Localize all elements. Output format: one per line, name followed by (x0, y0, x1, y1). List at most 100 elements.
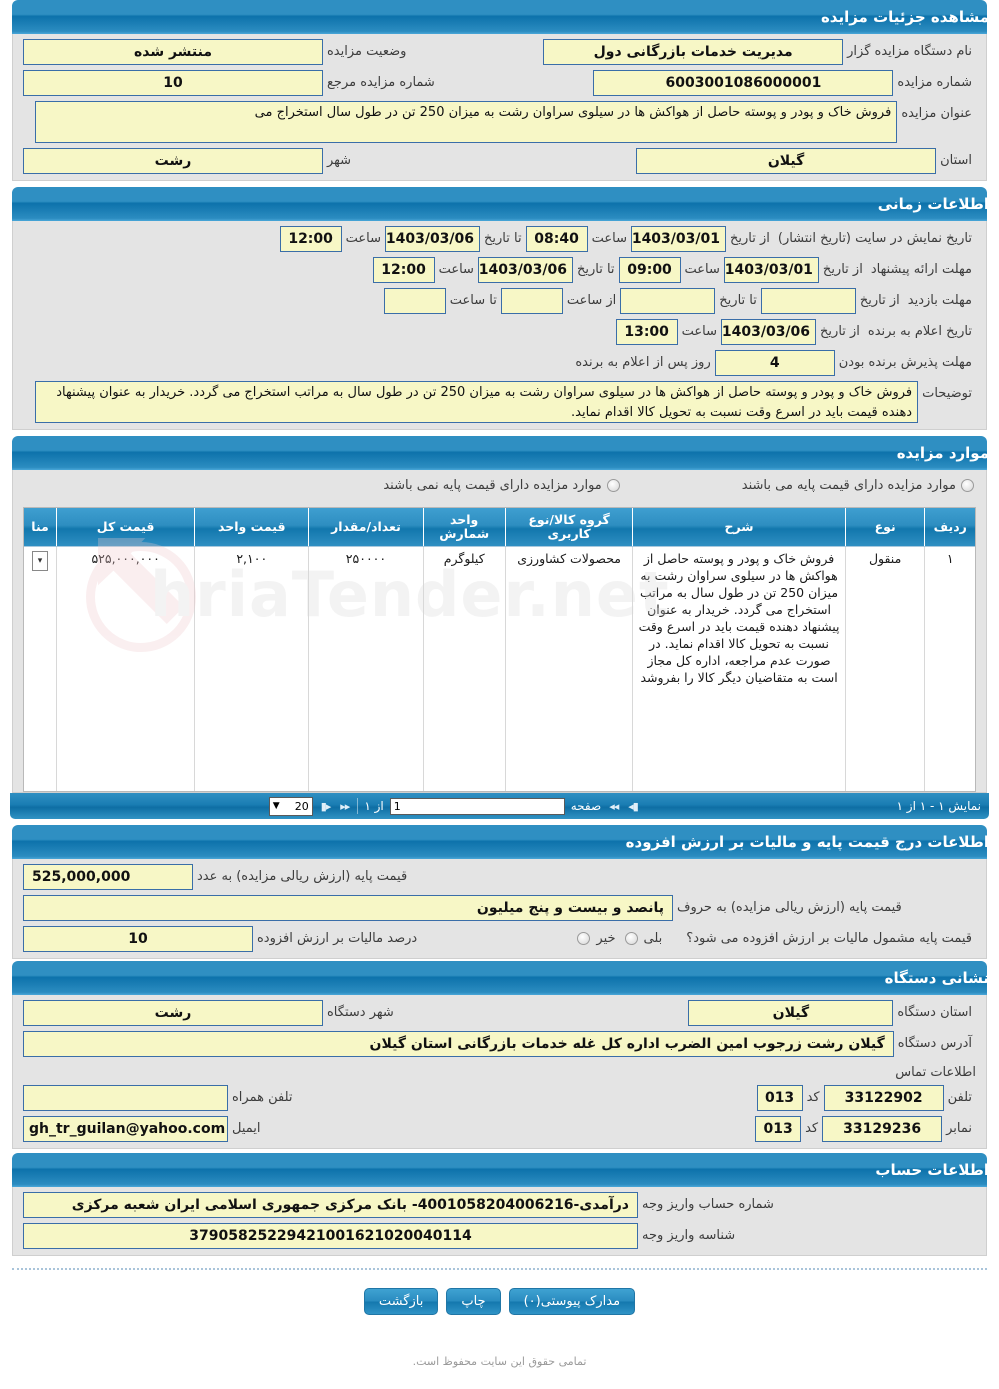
auction-number-field[interactable]: 6003001086000001 (593, 70, 894, 96)
winner-time-label: ساعت (681, 324, 718, 339)
row-organization: نام دستگاه مزایده گزار مدیریت خدمات بازر… (13, 34, 986, 65)
offer-to-field[interactable]: 1403/03/06 (477, 257, 573, 283)
next-page-icon[interactable]: ◂◂ (607, 800, 620, 813)
payment-id-field[interactable]: 37905825229421001621020040114 (23, 1223, 638, 1249)
first-page-icon[interactable]: ▸▮ (319, 800, 333, 813)
fax-code-label: کد (805, 1121, 819, 1136)
city-field[interactable]: رشت (23, 148, 323, 174)
radio-without-base-price[interactable] (606, 479, 620, 492)
visit-to-time-label: تا ساعت (449, 293, 497, 308)
prev-page-icon[interactable]: ▸▸ (338, 800, 351, 813)
offer-from-time-field[interactable]: 09:00 (618, 257, 681, 283)
cell-extra: ▾ (24, 546, 57, 791)
fax-code-field[interactable]: 013 (755, 1116, 802, 1142)
vat-no-label[interactable]: خیر (592, 926, 619, 952)
radio-with-base-price[interactable] (961, 479, 974, 492)
col-noe[interactable]: نوع (844, 508, 925, 547)
page-of-label: از ۱ (364, 799, 384, 813)
visit-to-label: تا تاریخ (719, 293, 757, 308)
attachments-button[interactable]: مدارک پیوستی(۰) (508, 1288, 636, 1315)
organization-label: نام دستگاه مزایده گزار (847, 44, 972, 59)
org-address-field[interactable]: گیلان رشت زرجوب امین الضرب اداره کل غله … (23, 1031, 894, 1057)
col-unit-price[interactable]: قیمت واحد (194, 508, 309, 547)
account-panel: شماره حساب واریز وجه درآمدی-400105820400… (12, 1187, 987, 1256)
back-button[interactable]: بازگشت (363, 1288, 439, 1315)
fax-label: نمابر (946, 1121, 972, 1136)
offer-from-field[interactable]: 1403/03/01 (723, 257, 819, 283)
org-city-field[interactable]: رشت (23, 1000, 323, 1026)
account-number-field[interactable]: درآمدی-4001058204006216- بانک مرکزی جمهو… (23, 1192, 638, 1218)
mobile-label: تلفن همراه (232, 1090, 293, 1105)
visit-from-time-field[interactable] (500, 288, 563, 314)
vat-yes-label[interactable]: بلی (640, 926, 683, 952)
email-field[interactable]: gh_tr_guilan@yahoo.com (23, 1116, 228, 1142)
row-org-location: استان دستگاه گیلان شهر دستگاه رشت (13, 995, 986, 1026)
offer-to-label: تا تاریخ (576, 262, 615, 277)
publish-from-field[interactable]: 1403/03/01 (630, 226, 726, 252)
timing-section-title: اطلاعات زمانی (877, 195, 987, 213)
offer-to-time-field[interactable]: 12:00 (372, 257, 435, 283)
col-sharh[interactable]: شرح (632, 508, 846, 547)
phone-code-field[interactable]: 013 (756, 1085, 803, 1111)
province-field[interactable]: گیلان (636, 148, 937, 174)
table-row[interactable]: ۱ منقول فروش خاک و پودر و پوسته حاصل از … (24, 546, 975, 791)
phone-field[interactable]: 33122902 (823, 1085, 944, 1111)
visit-from-label: از تاریخ (859, 293, 900, 308)
acceptance-days-field[interactable]: 4 (714, 350, 835, 376)
row-org-address: آدرس دستگاه گیلان رشت زرجوب امین الضرب ا… (13, 1026, 986, 1057)
col-goods-group[interactable]: گروه کالا/نوع کاربری (504, 508, 633, 547)
publish-from-label: از تاریخ (729, 231, 770, 246)
page-input[interactable]: 1 (389, 797, 565, 815)
visit-to-field[interactable] (620, 288, 716, 314)
publish-to-time-field[interactable]: 12:00 (279, 226, 342, 252)
base-price-words-field[interactable]: پانصد و بیست و پنج میلیون (23, 895, 673, 921)
visit-from-time-label: از ساعت (566, 293, 617, 308)
offer-from-label: از تاریخ (822, 262, 863, 277)
reference-number-field[interactable]: 10 (23, 70, 323, 96)
print-button[interactable]: چاپ (446, 1288, 501, 1315)
col-radif[interactable]: ردیف (924, 508, 975, 547)
fax-field[interactable]: 33129236 (822, 1116, 943, 1142)
mobile-field[interactable] (23, 1085, 228, 1111)
last-page-icon[interactable]: ▮◂ (626, 800, 640, 813)
row-payment-id: شناسه واریز وجه 379058252294210016210200… (13, 1218, 986, 1249)
auction-details-panel: نام دستگاه مزایده گزار مدیریت خدمات بازر… (12, 34, 987, 181)
table-header-row: ردیف نوع شرح گروه کالا/نوع کاربری واحد ش… (24, 508, 975, 547)
row-action-select[interactable]: ▾ (32, 550, 49, 571)
notes-field[interactable]: فروش خاک و پودر و پوسته حاصل از هواکش ها… (35, 381, 919, 423)
phone-label: تلفن (947, 1090, 972, 1105)
page-size-select[interactable]: ▼ 20 (268, 796, 313, 816)
vat-percent-field[interactable]: 10 (23, 926, 253, 952)
visit-from-field[interactable] (760, 288, 856, 314)
publish-to-field[interactable]: 1403/03/06 (385, 226, 481, 252)
col-total-price[interactable]: قیمت کل (56, 508, 195, 547)
winner-time-field[interactable]: 13:00 (615, 319, 678, 345)
visit-to-time-field[interactable] (383, 288, 446, 314)
org-province-field[interactable]: گیلان (688, 1000, 894, 1026)
account-section-title: اطلاعات حساب (875, 1161, 987, 1179)
organization-field[interactable]: مدیریت خدمات بازرگانی دول (543, 39, 844, 65)
base-price-numeric-field[interactable]: 525,000,000 (23, 864, 193, 890)
address-section-bar: نشانی دستگاه (12, 961, 987, 995)
status-field[interactable]: منتشر شده (23, 39, 323, 65)
offer-from-time-label: ساعت (684, 262, 720, 277)
cell-goods-group: محصولات کشاورزی (504, 546, 633, 791)
auction-number-label: شماره مزایده (897, 75, 972, 90)
winner-label: تاریخ اعلام به برنده (867, 324, 972, 339)
col-quantity[interactable]: تعداد/مقدار (308, 508, 424, 547)
contact-info-title: اطلاعات تماس (895, 1065, 976, 1080)
radio-with-base-price-label: موارد مزایده دارای قیمت پایه می باشند (741, 478, 956, 493)
publish-to-label: تا تاریخ (484, 231, 522, 246)
page-size-value: 20 (294, 799, 309, 813)
base-price-words-label: قیمت پایه (ارزش ریالی مزایده) به حروف (677, 900, 902, 915)
auction-title-field[interactable]: فروش خاک و پودر و پوسته حاصل از هواکش ها… (35, 101, 898, 143)
pagination-summary: نمایش ۱ - ۱ از ۱ (896, 799, 981, 813)
col-unit[interactable]: واحد شمارش (422, 508, 506, 547)
winner-from-field[interactable]: 1403/03/06 (721, 319, 817, 345)
vat-no-radio[interactable] (624, 932, 638, 945)
publish-from-time-field[interactable]: 08:40 (525, 226, 588, 252)
offer-to-time-label: ساعت (438, 262, 474, 277)
col-extra[interactable]: منا (24, 508, 57, 547)
vat-yes-radio[interactable] (577, 932, 591, 945)
publish-label: تاریخ نمایش در سایت (تاریخ انتشار) (777, 231, 972, 246)
